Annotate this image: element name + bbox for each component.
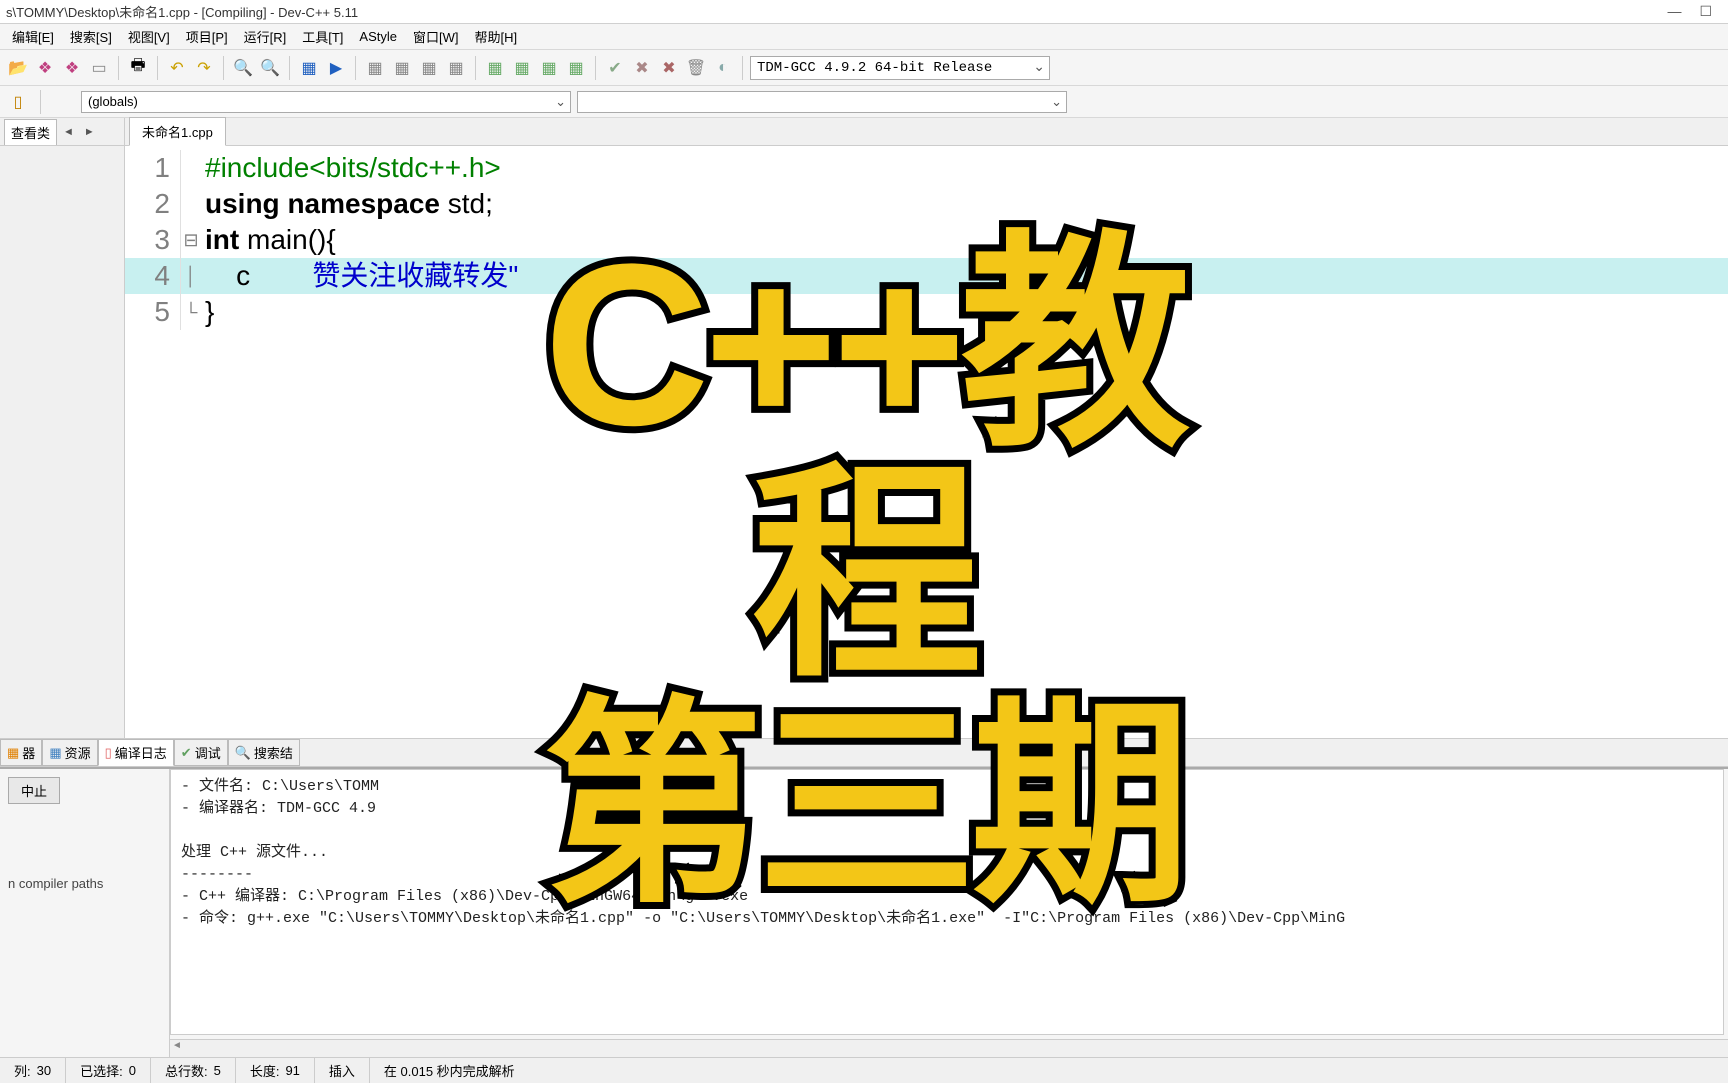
sidebar: 查看类 ◄ ► bbox=[0, 118, 125, 738]
separator bbox=[223, 56, 224, 80]
member-select[interactable] bbox=[577, 91, 1067, 113]
workspace: 查看类 ◄ ► 未命名1.cpp 1 #include<bits/stdc++.h… bbox=[0, 118, 1728, 738]
undo-icon[interactable]: ↶ bbox=[165, 56, 189, 80]
separator bbox=[289, 56, 290, 80]
menu-tools[interactable]: 工具[T] bbox=[294, 24, 351, 49]
goto2-icon[interactable]: ▦ bbox=[510, 56, 534, 80]
menubar: 编辑[E] 搜索[S] 视图[V] 项目[P] 运行[R] 工具[T] ASty… bbox=[0, 24, 1728, 50]
editor-tabs: 未命名1.cpp bbox=[125, 118, 1728, 146]
trash-icon[interactable]: 🗑 bbox=[684, 56, 708, 80]
bottom-panel: 中止 n compiler paths - 文件名: C:\Users\TOMM… bbox=[0, 767, 1728, 1057]
separator bbox=[355, 56, 356, 80]
editor-area: 未命名1.cpp 1 #include<bits/stdc++.h> 2 using… bbox=[125, 118, 1728, 738]
line-number: 2 bbox=[125, 186, 181, 222]
replace-icon[interactable]: 🔍 bbox=[258, 56, 282, 80]
goto3-icon[interactable]: ▦ bbox=[537, 56, 561, 80]
menu-view[interactable]: 视图[V] bbox=[120, 24, 178, 49]
menu-run[interactable]: 运行[R] bbox=[236, 24, 295, 49]
title-text: s\TOMMY\Desktop\未命名1.cpp - [Compiling] -… bbox=[6, 2, 358, 21]
code-line: c 赞关注收藏转发" bbox=[201, 258, 518, 294]
profile-icon[interactable]: ▦ bbox=[417, 56, 441, 80]
titlebar: s\TOMMY\Desktop\未命名1.cpp - [Compiling] -… bbox=[0, 0, 1728, 24]
minimize-icon[interactable]: — bbox=[1667, 3, 1681, 20]
menu-edit[interactable]: 编辑[E] bbox=[4, 24, 62, 49]
line-number: 3 bbox=[125, 222, 181, 258]
bottom-right: - 文件名: C:\Users\TOMM - 编译器名: TDM-GCC 4.9… bbox=[170, 769, 1728, 1057]
print-icon[interactable]: 🖶 bbox=[126, 56, 150, 80]
compile-log[interactable]: - 文件名: C:\Users\TOMM - 编译器名: TDM-GCC 4.9… bbox=[170, 769, 1724, 1035]
compiler-paths-label: n compiler paths bbox=[8, 876, 161, 891]
bottom-tabs: ▦器 ▦资源 ▯编译日志 ✔调试 🔍搜索结 bbox=[0, 739, 1728, 767]
find-icon[interactable]: 🔍 bbox=[231, 56, 255, 80]
rebuild-icon[interactable]: ▦ bbox=[390, 56, 414, 80]
code-line: #include<bits/stdc++.h> bbox=[201, 150, 501, 186]
menu-project[interactable]: 项目[P] bbox=[178, 24, 236, 49]
line-number: 1 bbox=[125, 150, 181, 186]
scrollbar-horizontal[interactable] bbox=[170, 1039, 1728, 1057]
separator bbox=[742, 56, 743, 80]
saveall-icon[interactable]: ❖ bbox=[60, 56, 84, 80]
run-icon[interactable]: ▶ bbox=[324, 56, 348, 80]
separator bbox=[595, 56, 596, 80]
separator bbox=[40, 90, 41, 114]
separator bbox=[157, 56, 158, 80]
line-number: 5 bbox=[125, 294, 181, 330]
separator bbox=[475, 56, 476, 80]
tab-resources[interactable]: ▦资源 bbox=[42, 739, 97, 766]
nav-right-icon[interactable]: ► bbox=[80, 124, 99, 140]
menu-window[interactable]: 窗口[W] bbox=[405, 24, 467, 49]
code-line: int main(){ bbox=[201, 222, 336, 258]
separator bbox=[118, 56, 119, 80]
goto4-icon[interactable]: ▦ bbox=[564, 56, 588, 80]
status-selected: 已选择:0 bbox=[66, 1058, 151, 1083]
editor-tab-file[interactable]: 未命名1.cpp bbox=[129, 117, 226, 146]
sidebar-tabs: 查看类 ◄ ► bbox=[0, 118, 124, 146]
status-length: 长度:91 bbox=[236, 1058, 315, 1083]
tab-debug[interactable]: ✔调试 bbox=[174, 739, 228, 766]
scope-select[interactable]: (globals) bbox=[81, 91, 571, 113]
maximize-icon[interactable]: ☐ bbox=[1699, 3, 1712, 20]
menu-help[interactable]: 帮助[H] bbox=[467, 24, 526, 49]
open-icon[interactable]: 📂 bbox=[6, 56, 30, 80]
redo-icon[interactable]: ↷ bbox=[192, 56, 216, 80]
x-icon[interactable]: ✖ bbox=[630, 56, 654, 80]
compile-icon[interactable]: ▦ bbox=[297, 56, 321, 80]
status-column: 列:30 bbox=[0, 1058, 66, 1083]
stop-button[interactable]: 中止 bbox=[8, 777, 60, 804]
bug-icon[interactable]: ✖ bbox=[657, 56, 681, 80]
menu-astyle[interactable]: AStyle bbox=[351, 26, 405, 47]
status-mode: 插入 bbox=[315, 1058, 370, 1083]
status-lines: 总行数:5 bbox=[151, 1058, 236, 1083]
goto-icon[interactable]: ▦ bbox=[483, 56, 507, 80]
help-icon[interactable]: ◐ bbox=[711, 56, 735, 80]
code-line: using namespace std; bbox=[201, 186, 493, 222]
line-number: 4 bbox=[125, 258, 181, 294]
nav-left-icon[interactable]: ◄ bbox=[59, 124, 78, 140]
close-icon[interactable]: ▭ bbox=[87, 56, 111, 80]
bookmark-icon[interactable]: ▯ bbox=[6, 90, 30, 114]
fold-icon[interactable]: ⊟ bbox=[181, 222, 201, 258]
window-controls: — ☐ bbox=[1667, 3, 1722, 20]
clean-icon[interactable]: ▦ bbox=[444, 56, 468, 80]
tab-search-results[interactable]: 🔍搜索结 bbox=[228, 739, 300, 766]
compiler-select[interactable]: TDM-GCC 4.9.2 64-bit Release bbox=[750, 56, 1050, 80]
save-icon[interactable]: ❖ bbox=[33, 56, 57, 80]
bottom-left: 中止 n compiler paths bbox=[0, 769, 170, 1057]
code-editor[interactable]: 1 #include<bits/stdc++.h> 2 using namespac… bbox=[125, 146, 1728, 738]
tab-compiler[interactable]: ▦器 bbox=[0, 739, 42, 766]
status-parse: 在 0.015 秒内完成解析 bbox=[370, 1058, 1728, 1083]
toolbar-scope: ▯ (globals) bbox=[0, 86, 1728, 118]
code-line: } bbox=[201, 294, 214, 330]
toolbar-main: 📂 ❖ ❖ ▭ 🖶 ↶ ↷ 🔍 🔍 ▦ ▶ ▦ ▦ ▦ ▦ ▦ ▦ ▦ ▦ ✔ … bbox=[0, 50, 1728, 86]
check-icon[interactable]: ✔ bbox=[603, 56, 627, 80]
statusbar: 列:30 已选择:0 总行数:5 长度:91 插入 在 0.015 秒内完成解析 bbox=[0, 1057, 1728, 1083]
debug-icon[interactable]: ▦ bbox=[363, 56, 387, 80]
menu-search[interactable]: 搜索[S] bbox=[62, 24, 120, 49]
tab-compile-log[interactable]: ▯编译日志 bbox=[98, 739, 174, 766]
sidebar-tab-class[interactable]: 查看类 bbox=[4, 119, 57, 145]
